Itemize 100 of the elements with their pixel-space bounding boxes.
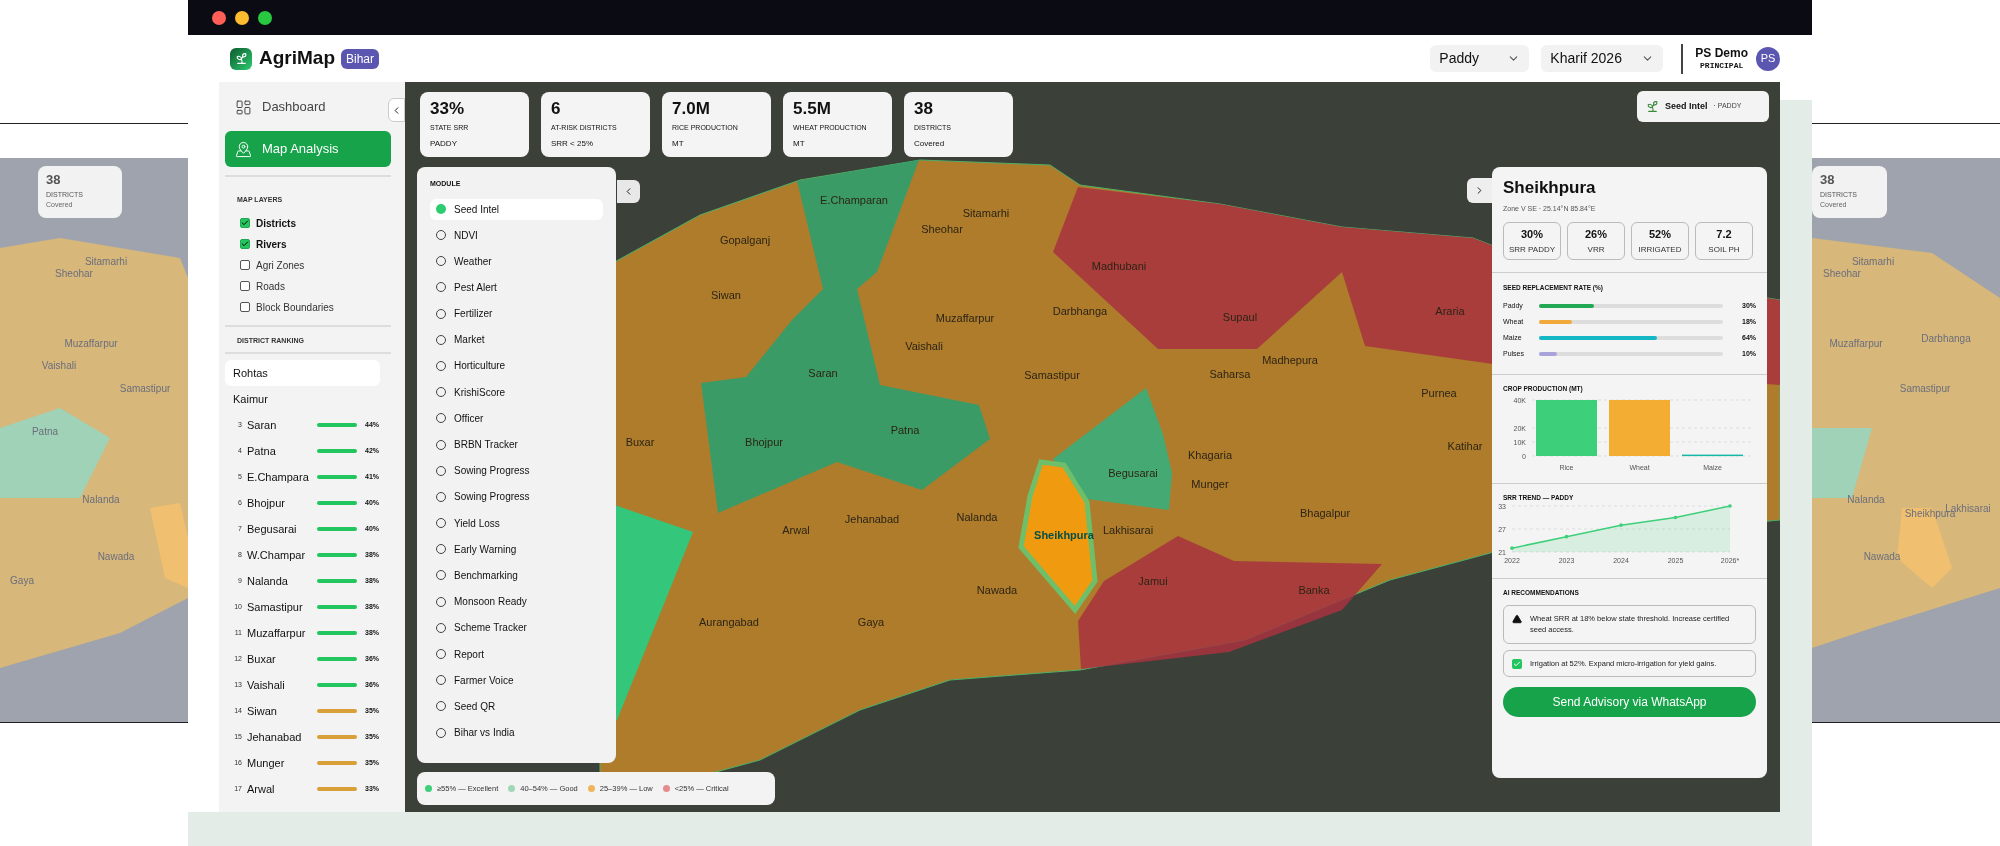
module-option[interactable]: Yield Loss — [430, 512, 603, 534]
district-label[interactable]: Lakhisarai — [1102, 521, 1154, 539]
module-option[interactable]: Seed Intel — [430, 198, 603, 220]
logo-icon — [230, 47, 252, 70]
bar — [1609, 399, 1670, 456]
district-label[interactable]: Nalanda — [956, 508, 998, 526]
map-pin-icon — [235, 140, 252, 158]
module-option[interactable]: KrishiScore — [430, 381, 603, 403]
layer-checkbox[interactable]: Districts — [240, 212, 399, 234]
layer-checkbox[interactable]: Roads — [240, 275, 399, 297]
metric-value: 30% — [1521, 226, 1543, 242]
sprout-icon — [1646, 100, 1659, 113]
district-label[interactable]: Muzaffarpur — [935, 309, 995, 327]
user-avatar[interactable]: PS — [1756, 46, 1780, 71]
district-label[interactable]: Gopalganj — [719, 231, 771, 249]
district-label[interactable]: Bhagalpur — [1299, 504, 1351, 522]
district-label[interactable]: Darbhanga — [1052, 302, 1108, 320]
district-label[interactable]: Aurangabad — [699, 613, 759, 631]
faded-map-label: Muzaffarpur — [64, 336, 118, 351]
module-option[interactable]: Early Warning — [430, 538, 603, 560]
district-label[interactable]: Jehanabad — [844, 510, 900, 528]
module-option[interactable]: Bihar vs India — [430, 722, 603, 744]
stat-subtext: MT — [793, 137, 806, 150]
module-option[interactable]: NDVI — [430, 224, 603, 246]
module-option[interactable]: Scheme Tracker — [430, 617, 603, 639]
layer-checkbox[interactable]: Rivers — [240, 233, 399, 255]
module-option[interactable]: Benchmarking — [430, 564, 603, 586]
district-label[interactable]: Sitamarhi — [962, 204, 1010, 222]
district-label[interactable]: Vaishali — [905, 337, 943, 355]
faded-map-label: Vaishali — [41, 358, 77, 373]
district-title: Sheikhpura — [1503, 177, 1597, 199]
data-point — [1510, 546, 1514, 551]
module-option[interactable]: Horticulture — [430, 355, 603, 377]
module-option[interactable]: Monsoon Ready — [430, 591, 603, 613]
nav-item[interactable]: Dashboard — [225, 89, 391, 125]
module-option[interactable]: Farmer Voice — [430, 669, 603, 691]
minimize-icon[interactable] — [235, 10, 249, 25]
bar — [1536, 399, 1597, 456]
expand-button[interactable] — [1467, 178, 1492, 203]
district-label[interactable]: Sheohar — [921, 220, 963, 238]
layer-checkbox[interactable]: Agri Zones — [240, 254, 399, 276]
data-point — [1673, 515, 1678, 520]
faded-map-label: Sheohar — [55, 266, 93, 281]
module-option[interactable]: BRBN Tracker — [430, 434, 603, 455]
faded-map-label: Patna — [31, 424, 59, 439]
warning-icon — [1512, 614, 1522, 624]
app-name: AgriMap — [259, 46, 335, 71]
user-role: PRINCIPAL — [1700, 61, 1744, 71]
district-label[interactable]: Samastipur — [1024, 366, 1080, 384]
district-label[interactable]: Bhojpur — [745, 433, 783, 451]
district-label[interactable]: Saharsa — [1209, 365, 1251, 383]
faded-map-label: Darbhanga — [1921, 331, 1971, 346]
region-badge: Bihar — [341, 48, 379, 69]
user-name: PS Demo — [1695, 46, 1748, 61]
metric-value: 7.2 — [1716, 226, 1732, 242]
maximize-icon[interactable] — [258, 10, 272, 25]
module-option[interactable]: Seed QR — [430, 695, 603, 717]
district-label[interactable]: Saran — [808, 364, 838, 382]
dropdown-select[interactable]: Paddy — [1430, 45, 1530, 72]
stat-value: 7.0M — [672, 98, 711, 120]
collapse-button[interactable] — [617, 180, 640, 203]
district-label[interactable]: Arwal — [782, 521, 810, 539]
district-label[interactable]: Purnea — [1421, 384, 1457, 402]
stat-subtext: PADDY — [430, 137, 458, 150]
district-label[interactable]: Siwan — [711, 286, 741, 304]
module-option[interactable]: Report — [430, 643, 603, 665]
layer-checkbox[interactable]: Block Boundaries — [240, 296, 399, 318]
district-label[interactable]: Khagaria — [1188, 446, 1232, 464]
faded-map-label: Samastipur — [119, 381, 171, 396]
data-point — [1619, 523, 1623, 528]
faded-map-label: Sitamarhi — [1851, 254, 1895, 269]
stat-value: 38 — [914, 98, 934, 120]
selected-radio-icon — [436, 204, 446, 214]
stat-value: 6 — [551, 98, 562, 120]
module-option[interactable]: Pest Alert — [430, 276, 603, 298]
district-label[interactable]: Sheikhpura — [1034, 526, 1094, 544]
ranking-row[interactable]: Kaimur — [225, 386, 380, 412]
dropdown-select[interactable]: Kharif 2026 — [1541, 45, 1664, 72]
module-option[interactable]: Sowing Progress — [430, 460, 603, 482]
module-option[interactable]: Weather — [430, 250, 603, 272]
district-label[interactable]: Nawada — [976, 581, 1018, 599]
ranking-row[interactable]: Rohtas — [225, 360, 380, 386]
module-option[interactable]: Sowing Progress — [430, 486, 603, 508]
district-label[interactable]: Katihar — [1447, 437, 1483, 455]
module-option[interactable]: Officer — [430, 407, 603, 429]
stat-subtext: Covered — [914, 137, 946, 150]
module-option[interactable]: Market — [430, 329, 603, 351]
district-label[interactable]: Gaya — [857, 613, 885, 631]
district-label[interactable]: Patna — [890, 421, 920, 439]
district-label[interactable]: Munger — [1191, 475, 1229, 493]
district-label[interactable]: Madhepura — [1262, 351, 1318, 369]
stat-value: 38 — [46, 171, 62, 189]
district-label[interactable]: Begusarai — [1108, 464, 1158, 482]
stat-subtext: MT — [672, 137, 685, 150]
faded-map-label: Gaya — [10, 573, 34, 588]
district-label[interactable]: E.Champaran — [820, 191, 888, 209]
close-icon[interactable] — [212, 10, 226, 25]
module-option[interactable]: Fertilizer — [430, 303, 603, 325]
district-label[interactable]: Buxar — [625, 433, 655, 451]
metric-value: 52% — [1649, 226, 1671, 242]
